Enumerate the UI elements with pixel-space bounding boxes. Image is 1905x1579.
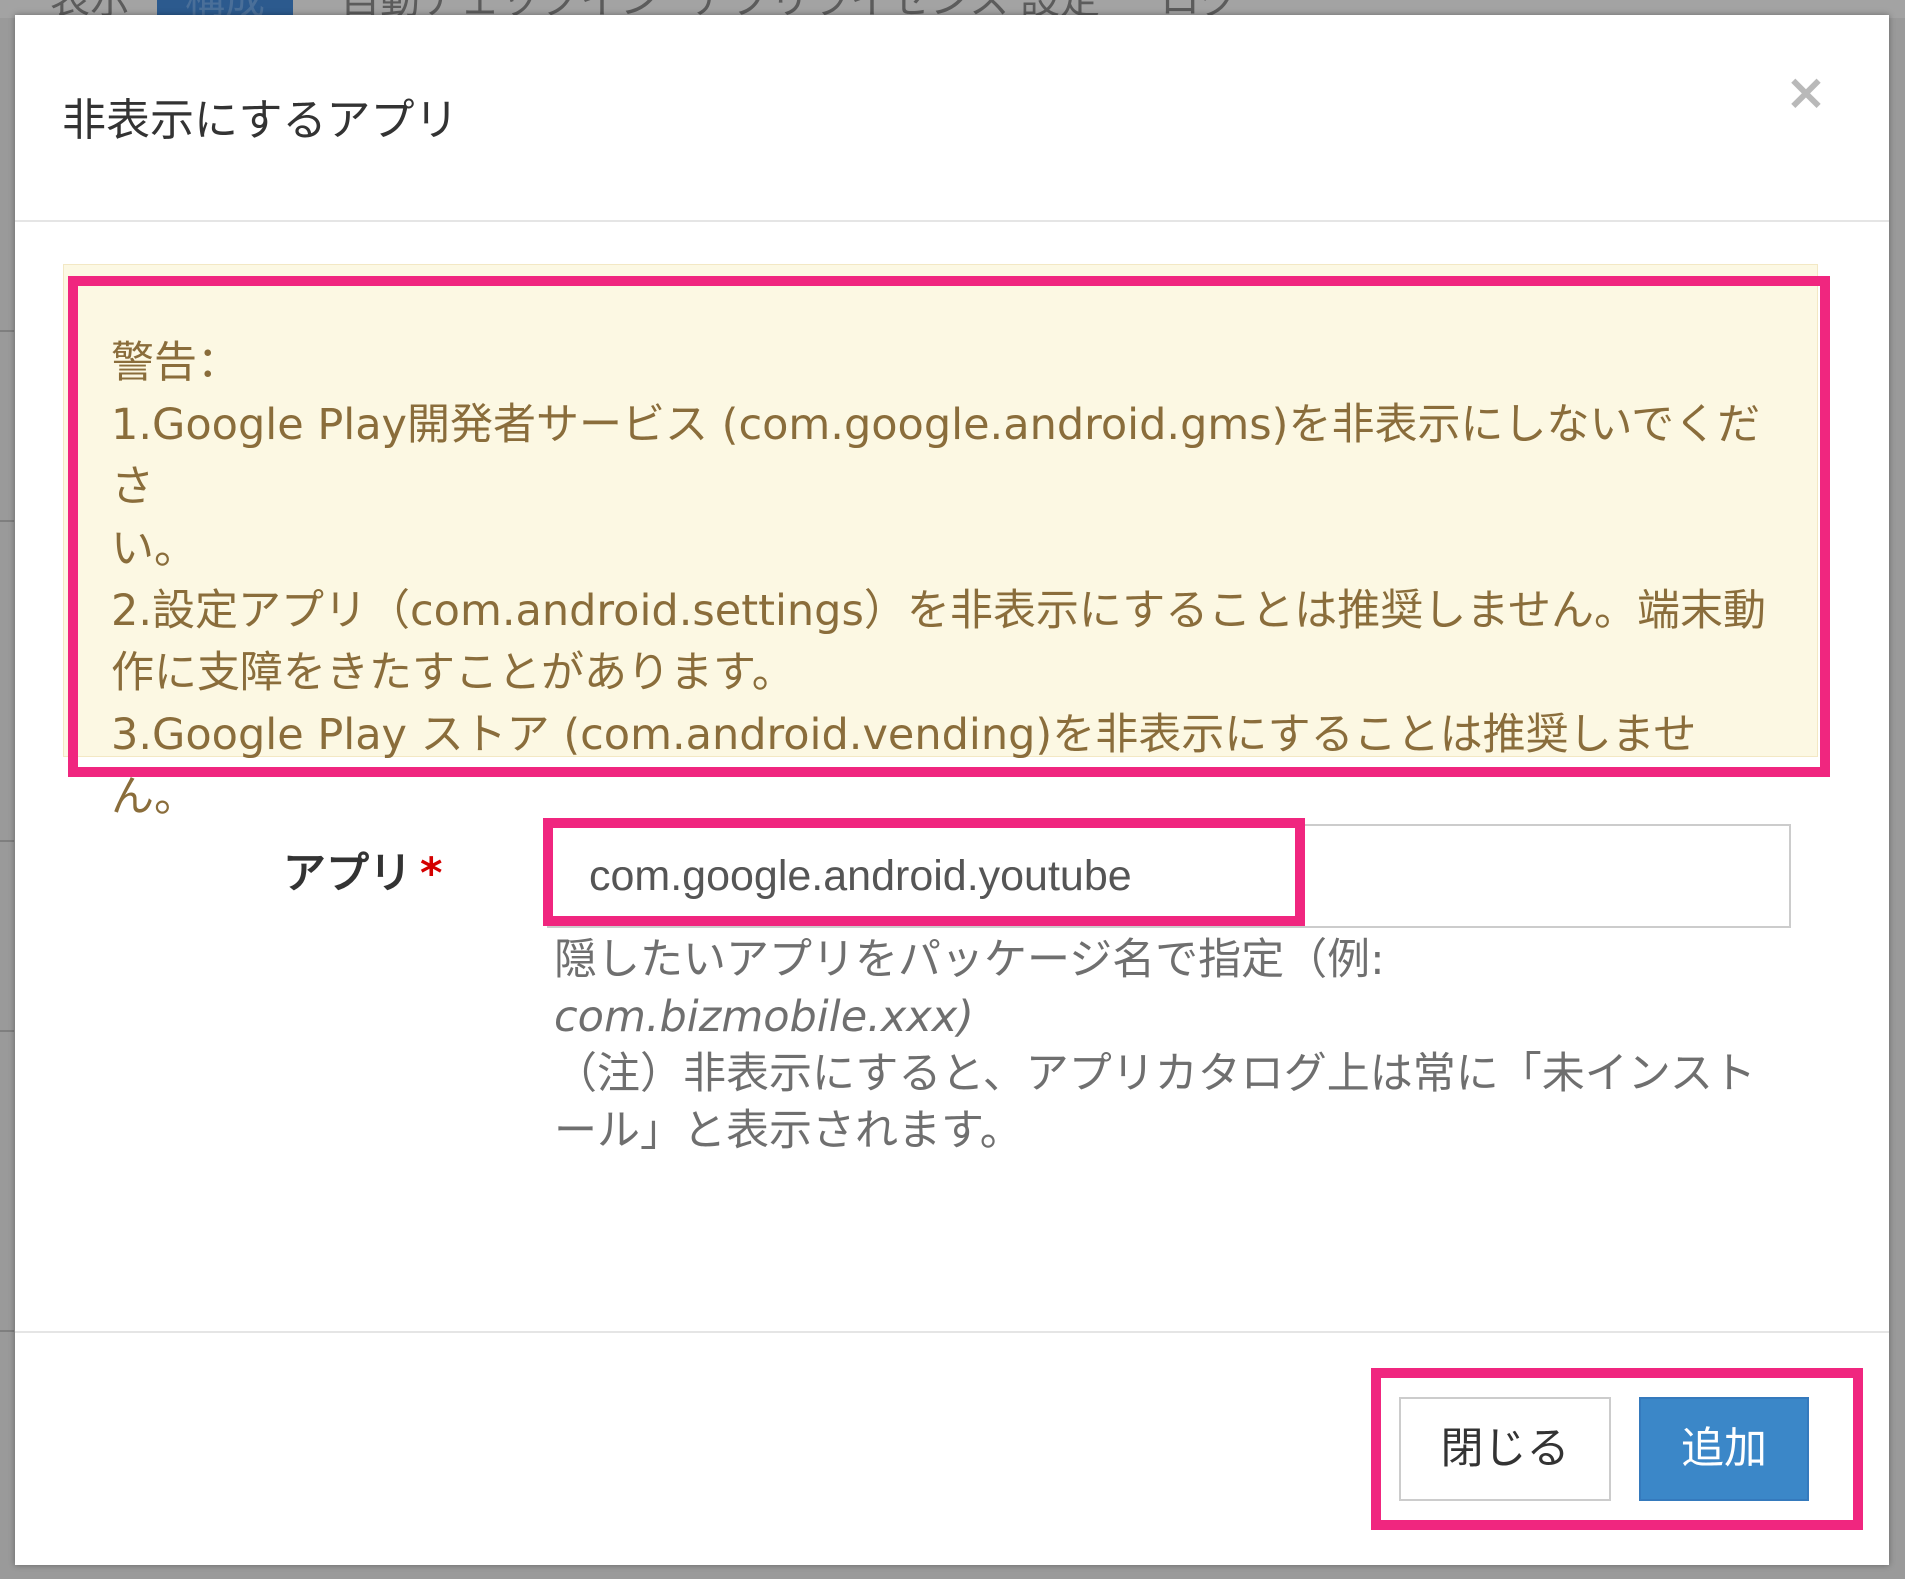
warning-item-3: 3.Google Play ストア (com.android.vending)を… — [111, 710, 1697, 822]
app-field-help: 隠したいアプリをパッケージ名で指定（例: com.bizmobile.xxx) … — [554, 932, 1804, 1160]
background-divider — [0, 840, 14, 842]
background-divider — [0, 520, 14, 522]
warning-item-1: 1.Google Play開発者サービス (com.google.android… — [111, 400, 1761, 512]
modal-title: 非表示にするアプリ — [62, 95, 459, 146]
background-divider — [0, 1330, 14, 1332]
modal-header: 非表示にするアプリ × — [15, 15, 1889, 222]
background-divider — [0, 330, 14, 332]
required-marker: * — [420, 849, 443, 899]
warning-message: 警告： 1.Google Play開発者サービス (com.google.and… — [111, 332, 1771, 828]
warning-item-2: 2.設定アプリ（com.android.settings）を非表示にすることは推… — [111, 586, 1766, 636]
help-note-line-1: （注）非表示にすると、アプリカタログ上は常に「未インスト — [554, 1049, 1756, 1099]
warning-item-2-cont: 作に支障をきたすことがあります。 — [111, 648, 795, 698]
app-label-text: アプリ — [283, 849, 412, 899]
background-divider — [0, 1030, 14, 1032]
help-line-2: com.bizmobile.xxx) — [554, 992, 974, 1042]
app-package-input[interactable] — [547, 824, 1791, 928]
close-icon[interactable]: × — [1781, 67, 1831, 117]
add-button[interactable]: 追加 — [1639, 1397, 1809, 1501]
help-note-line-2: ール」と表示されます。 — [554, 1106, 1023, 1156]
close-button[interactable]: 閉じる — [1399, 1397, 1611, 1501]
warning-item-1-cont: い。 — [111, 524, 197, 574]
app-field-label: アプリ * — [283, 846, 443, 902]
warning-heading: 警告： — [111, 338, 240, 388]
help-line-1: 隠したいアプリをパッケージ名で指定（例: — [554, 935, 1385, 985]
